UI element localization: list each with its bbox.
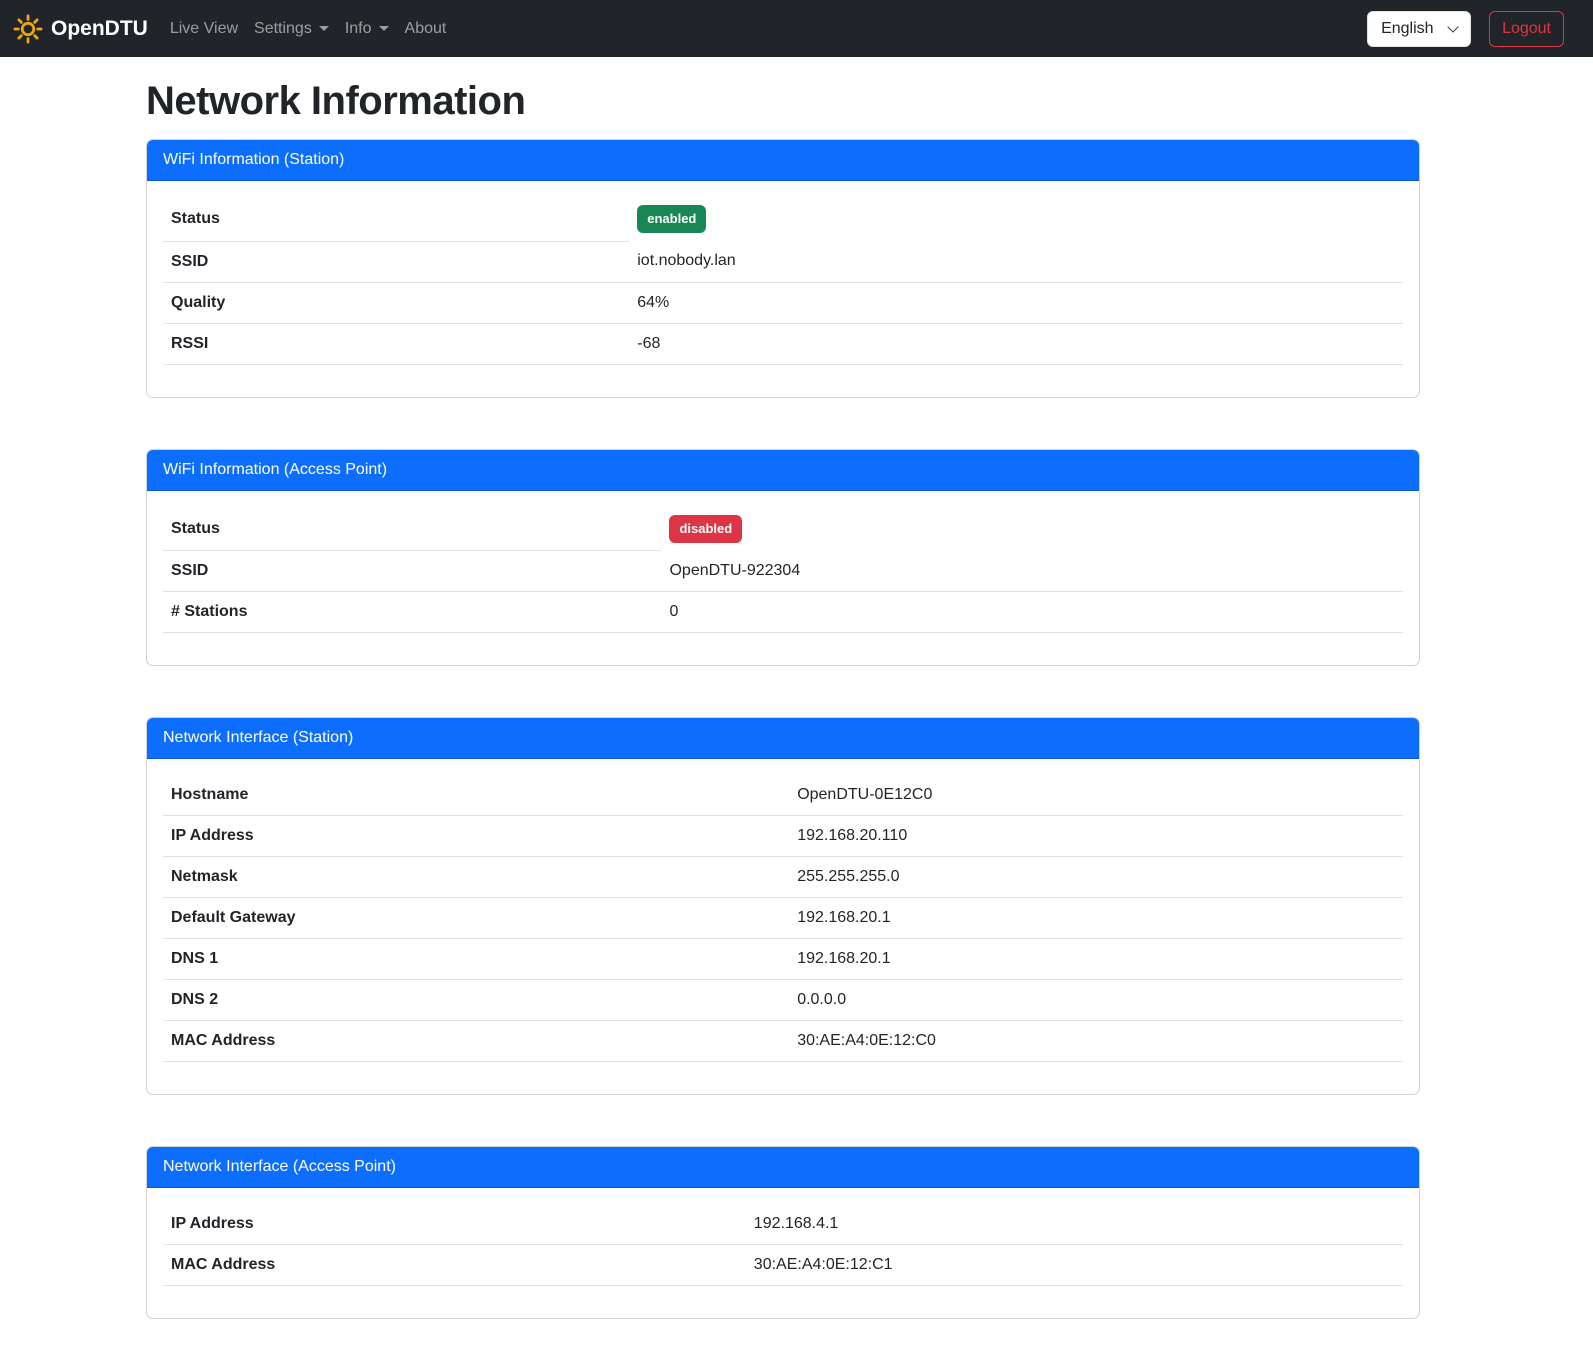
nav-item-label: Live View bbox=[170, 17, 238, 41]
table-row: Status disabled bbox=[163, 507, 1403, 551]
table-row: IP Address 192.168.4.1 bbox=[163, 1204, 1403, 1245]
table-row: Status enabled bbox=[163, 197, 1403, 241]
row-value: 192.168.4.1 bbox=[746, 1204, 1403, 1245]
info-card: WiFi Information (Station) Status enable… bbox=[146, 139, 1420, 398]
row-label: MAC Address bbox=[163, 1021, 789, 1062]
language-select[interactable]: English bbox=[1367, 11, 1471, 47]
table-row: SSID iot.nobody.lan bbox=[163, 241, 1403, 282]
row-value: enabled bbox=[629, 197, 1403, 241]
row-label: IP Address bbox=[163, 1204, 746, 1245]
row-value: 30:AE:A4:0E:12:C1 bbox=[746, 1245, 1403, 1286]
row-value: disabled bbox=[661, 507, 1403, 551]
row-label: DNS 1 bbox=[163, 939, 789, 980]
card-body: Status enabled SSID iot.nobody.lan Quali… bbox=[147, 181, 1419, 397]
row-label: SSID bbox=[163, 551, 661, 592]
row-value: 192.168.20.110 bbox=[789, 816, 1403, 857]
info-card: WiFi Information (Access Point) Status d… bbox=[146, 449, 1420, 667]
card-list: WiFi Information (Station) Status enable… bbox=[146, 139, 1420, 1319]
info-card: Network Interface (Station) Hostname Ope… bbox=[146, 717, 1420, 1095]
card-header: Network Interface (Access Point) bbox=[147, 1147, 1419, 1188]
row-value: OpenDTU-922304 bbox=[661, 551, 1403, 592]
row-value: iot.nobody.lan bbox=[629, 241, 1403, 282]
info-card: Network Interface (Access Point) IP Addr… bbox=[146, 1146, 1420, 1319]
info-table: Hostname OpenDTU-0E12C0 IP Address 192.1… bbox=[163, 775, 1403, 1062]
row-value: 64% bbox=[629, 282, 1403, 323]
chevron-down-icon bbox=[1447, 21, 1458, 32]
row-label: Netmask bbox=[163, 857, 789, 898]
table-row: MAC Address 30:AE:A4:0E:12:C1 bbox=[163, 1245, 1403, 1286]
row-label: IP Address bbox=[163, 816, 789, 857]
row-value: 255.255.255.0 bbox=[789, 857, 1403, 898]
info-table: IP Address 192.168.4.1 MAC Address 30:AE… bbox=[163, 1204, 1403, 1286]
table-row: SSID OpenDTU-922304 bbox=[163, 551, 1403, 592]
nav-item-live-view[interactable]: Live View bbox=[162, 9, 246, 49]
sun-icon bbox=[13, 14, 43, 44]
row-value: 0 bbox=[661, 592, 1403, 633]
table-row: MAC Address 30:AE:A4:0E:12:C0 bbox=[163, 1021, 1403, 1062]
row-label: MAC Address bbox=[163, 1245, 746, 1286]
row-label: Quality bbox=[163, 282, 629, 323]
card-header: Network Interface (Station) bbox=[147, 718, 1419, 759]
table-row: DNS 2 0.0.0.0 bbox=[163, 980, 1403, 1021]
row-label: Hostname bbox=[163, 775, 789, 816]
nav-item-label: About bbox=[405, 17, 447, 41]
table-row: Quality 64% bbox=[163, 282, 1403, 323]
table-row: Hostname OpenDTU-0E12C0 bbox=[163, 775, 1403, 816]
table-row: Default Gateway 192.168.20.1 bbox=[163, 898, 1403, 939]
row-label: DNS 2 bbox=[163, 980, 789, 1021]
nav-item-info[interactable]: Info bbox=[337, 9, 397, 49]
card-body: Hostname OpenDTU-0E12C0 IP Address 192.1… bbox=[147, 759, 1419, 1094]
logout-button[interactable]: Logout bbox=[1489, 11, 1564, 47]
row-value: 192.168.20.1 bbox=[789, 939, 1403, 980]
brand-label: OpenDTU bbox=[51, 13, 148, 45]
row-label: # Stations bbox=[163, 592, 661, 633]
row-value: 192.168.20.1 bbox=[789, 898, 1403, 939]
brand-link[interactable]: OpenDTU bbox=[13, 13, 148, 45]
table-row: DNS 1 192.168.20.1 bbox=[163, 939, 1403, 980]
navbar: OpenDTU Live View Settings Info About En… bbox=[0, 0, 1593, 57]
card-header: WiFi Information (Station) bbox=[147, 140, 1419, 181]
language-select-value: English bbox=[1381, 17, 1433, 41]
card-body: IP Address 192.168.4.1 MAC Address 30:AE… bbox=[147, 1188, 1419, 1318]
row-label: RSSI bbox=[163, 323, 629, 364]
table-row: RSSI -68 bbox=[163, 323, 1403, 364]
chevron-down-icon bbox=[319, 26, 329, 31]
status-badge: disabled bbox=[669, 515, 742, 543]
nav-links: Live View Settings Info About bbox=[162, 9, 455, 49]
table-row: # Stations 0 bbox=[163, 592, 1403, 633]
chevron-down-icon bbox=[379, 26, 389, 31]
row-value: 30:AE:A4:0E:12:C0 bbox=[789, 1021, 1403, 1062]
nav-item-about[interactable]: About bbox=[397, 9, 455, 49]
info-table: Status enabled SSID iot.nobody.lan Quali… bbox=[163, 197, 1403, 365]
status-badge: enabled bbox=[637, 205, 706, 233]
row-label: SSID bbox=[163, 241, 629, 282]
card-body: Status disabled SSID OpenDTU-922304 # St… bbox=[147, 491, 1419, 666]
row-value: 0.0.0.0 bbox=[789, 980, 1403, 1021]
row-label: Status bbox=[163, 197, 629, 241]
table-row: IP Address 192.168.20.110 bbox=[163, 816, 1403, 857]
row-label: Status bbox=[163, 507, 661, 551]
navbar-right: English Logout bbox=[1367, 11, 1564, 47]
main-content: Network Information WiFi Information (St… bbox=[146, 57, 1420, 1319]
nav-item-label: Info bbox=[345, 17, 372, 41]
row-value: -68 bbox=[629, 323, 1403, 364]
row-value: OpenDTU-0E12C0 bbox=[789, 775, 1403, 816]
table-row: Netmask 255.255.255.0 bbox=[163, 857, 1403, 898]
card-header: WiFi Information (Access Point) bbox=[147, 450, 1419, 491]
row-label: Default Gateway bbox=[163, 898, 789, 939]
page-title: Network Information bbox=[146, 77, 1420, 125]
nav-item-settings[interactable]: Settings bbox=[246, 9, 337, 49]
nav-item-label: Settings bbox=[254, 17, 312, 41]
info-table: Status disabled SSID OpenDTU-922304 # St… bbox=[163, 507, 1403, 634]
